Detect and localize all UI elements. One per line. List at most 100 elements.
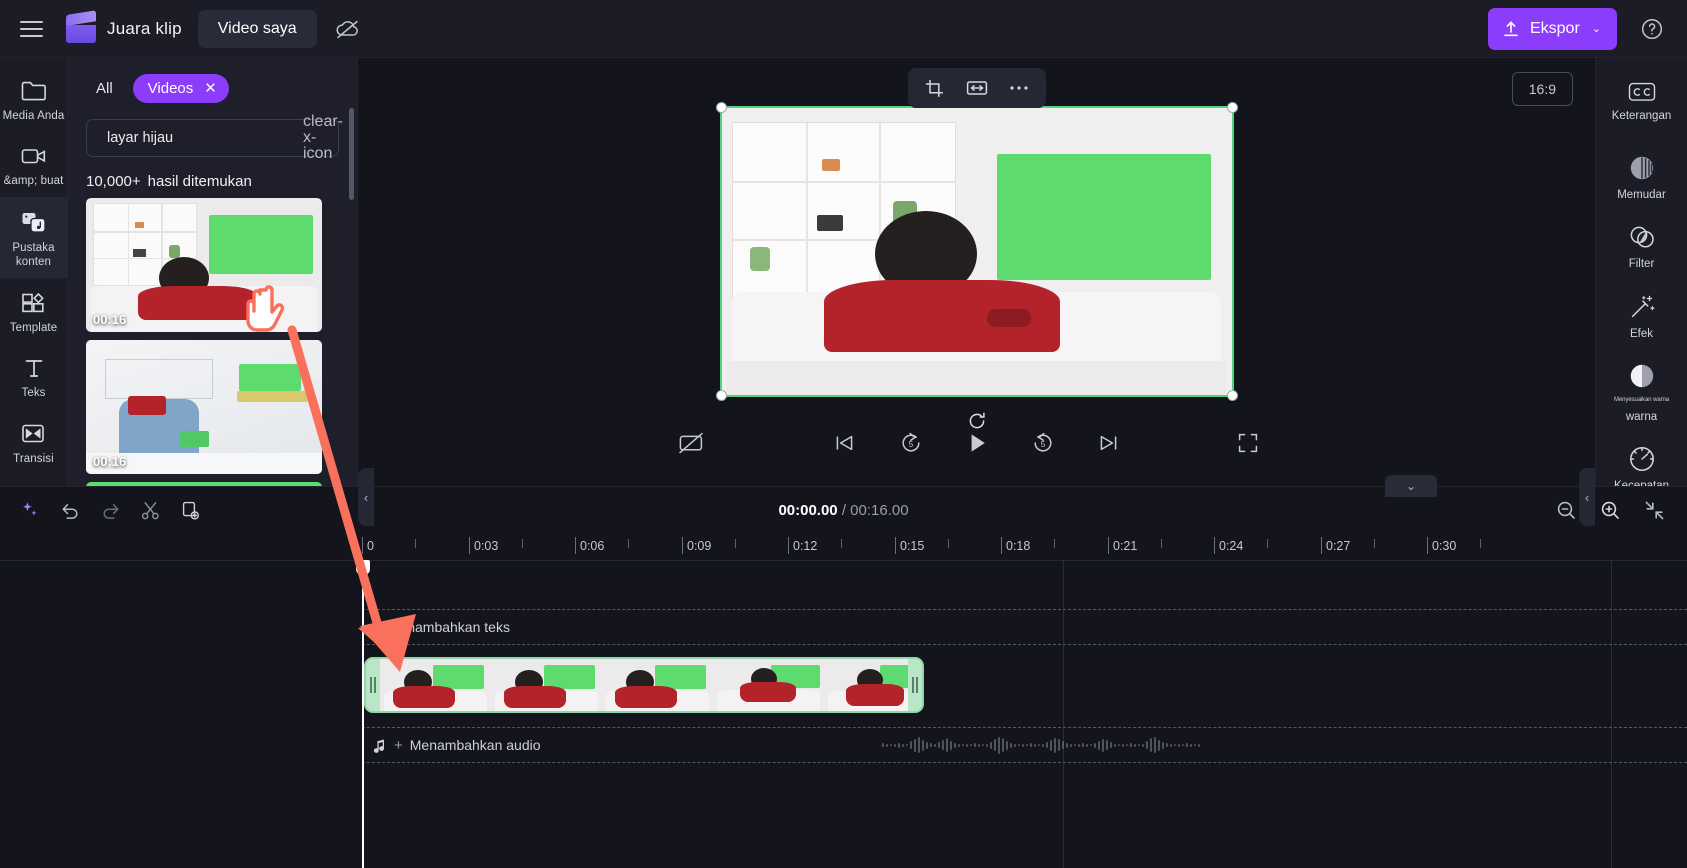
- magic-sparkle-icon[interactable]: [10, 492, 50, 528]
- sidebar-item-label: &amp; buat: [3, 175, 64, 188]
- thumbnail-item[interactable]: 00:16: [86, 340, 322, 474]
- timeline-tracks: + Menambahkan teks + Menambahkan audio: [0, 560, 1687, 868]
- clip-frame: [602, 659, 713, 711]
- video-camera-icon: [21, 149, 45, 164]
- sidebar-item-media[interactable]: Media Anda: [0, 66, 68, 132]
- search-box[interactable]: clear-x-icon: [86, 114, 343, 162]
- resize-horizontal-icon[interactable]: [958, 72, 996, 104]
- crop-icon[interactable]: [916, 72, 954, 104]
- upload-icon: [1504, 20, 1518, 36]
- help-circle-icon[interactable]: [1635, 12, 1669, 46]
- close-icon[interactable]: ✕: [204, 81, 217, 96]
- right-item-label: Efek: [1629, 327, 1653, 340]
- right-sidebar: Keterangan Memudar Filter Efek Menyesuai…: [1595, 58, 1687, 492]
- right-item-adjust-colors[interactable]: Menyesuaikan warna warna: [1596, 349, 1687, 432]
- right-item-effects[interactable]: Efek: [1596, 280, 1687, 349]
- chip-videos[interactable]: Videos ✕: [132, 74, 229, 103]
- current-time: 00:00.00: [778, 501, 838, 519]
- ruler-label: 0:06: [580, 539, 605, 553]
- video-clip[interactable]: [364, 657, 924, 713]
- ruler-label: 0:18: [1006, 539, 1031, 553]
- right-item-label: warna: [1625, 410, 1658, 423]
- player-controls: 5 5: [358, 426, 1595, 460]
- collapse-timeline-button[interactable]: ⌄: [1385, 475, 1437, 497]
- more-dots-icon[interactable]: [1000, 72, 1038, 104]
- svg-text:5: 5: [908, 440, 913, 449]
- sidebar-item-content-library[interactable]: Pustaka konten: [0, 197, 68, 278]
- undo-icon[interactable]: [50, 492, 90, 528]
- timeline-ruler[interactable]: 0 0:03 0:06 0:09 0:12 0:15 0:18 0:21 0:2…: [0, 533, 1687, 561]
- collapse-right-panel-button[interactable]: ‹: [1579, 468, 1595, 526]
- right-item-captions[interactable]: Keterangan: [1596, 68, 1687, 131]
- ruler-label: 0:21: [1113, 539, 1138, 553]
- results-label: hasil ditemukan: [147, 173, 252, 190]
- timeline: 00:00.00 / 00:16.00 0 0:03 0:06 0:09 0:1…: [0, 475, 1687, 868]
- right-item-filter[interactable]: Filter: [1596, 210, 1687, 279]
- forward-5-icon[interactable]: 5: [1026, 426, 1060, 460]
- clip-frame: [491, 659, 602, 711]
- resize-handle[interactable]: [1226, 390, 1238, 401]
- tab-my-videos[interactable]: Video saya: [197, 9, 317, 48]
- skip-to-end-icon[interactable]: [1092, 426, 1126, 460]
- content-library-icon: [22, 213, 46, 234]
- right-item-fade[interactable]: Memudar: [1596, 141, 1687, 210]
- clip-frame: [824, 659, 908, 711]
- clip-handle-right[interactable]: [908, 659, 922, 711]
- zoom-in-icon[interactable]: [1595, 495, 1625, 525]
- text-icon: [25, 360, 42, 377]
- fade-icon: [1630, 157, 1653, 180]
- resize-handle[interactable]: [1226, 102, 1238, 113]
- search-input[interactable]: [107, 130, 294, 146]
- panel-scrollbar[interactable]: [349, 108, 354, 200]
- fullscreen-icon[interactable]: [1231, 426, 1265, 460]
- timeline-zoom-controls: [1551, 495, 1669, 525]
- cloud-off-icon[interactable]: [331, 12, 365, 46]
- playhead[interactable]: [356, 560, 370, 868]
- captions-off-icon[interactable]: [674, 426, 708, 460]
- audio-track[interactable]: + Menambahkan audio: [362, 727, 1687, 763]
- redo-icon[interactable]: [90, 492, 130, 528]
- clip-thumbnails: [380, 659, 908, 711]
- skip-to-start-icon[interactable]: [828, 426, 862, 460]
- clip-handle-left[interactable]: [366, 659, 380, 711]
- brand: Juara klip: [66, 9, 182, 43]
- preview-section: 16:9 5 5: [358, 58, 1595, 486]
- left-sidebar: Media Anda &amp; buat Pustaka konten Tem…: [0, 58, 68, 532]
- clear-search-icon[interactable]: clear-x-icon: [303, 114, 343, 162]
- results-summary: 10,000+ hasil ditemukan: [68, 157, 357, 198]
- play-icon[interactable]: [960, 426, 994, 460]
- ruler-label: 0:30: [1432, 539, 1457, 553]
- audio-track-label: Menambahkan audio: [409, 737, 541, 753]
- chip-all[interactable]: All: [86, 74, 123, 103]
- clip-frame: [713, 659, 824, 711]
- sidebar-item-template[interactable]: Template: [0, 278, 68, 344]
- sidebar-item-record-create[interactable]: &amp; buat: [0, 132, 68, 197]
- collapse-left-panel-button[interactable]: ‹: [358, 468, 374, 526]
- zoom-out-icon[interactable]: [1551, 495, 1581, 525]
- sidebar-item-label: Pustaka konten: [12, 242, 55, 268]
- text-track[interactable]: + Menambahkan teks: [362, 609, 1687, 645]
- hamburger-icon[interactable]: [14, 12, 48, 46]
- ruler-label: 0:24: [1219, 539, 1244, 553]
- svg-text:5: 5: [1040, 440, 1045, 449]
- duplicate-icon[interactable]: [170, 492, 210, 528]
- right-item-sublabel: Menyesuaikan warna: [1614, 396, 1669, 403]
- thumbnail-item[interactable]: 00:16: [86, 198, 322, 332]
- preview-toolbar: [907, 68, 1046, 108]
- aspect-ratio-badge[interactable]: 16:9: [1511, 72, 1573, 106]
- template-icon: [22, 292, 44, 313]
- filter-icon: [1630, 227, 1654, 248]
- resize-handle[interactable]: [715, 390, 727, 401]
- split-scissors-icon[interactable]: [130, 492, 170, 528]
- sidebar-item-transition[interactable]: Transisi: [0, 409, 68, 475]
- resize-handle[interactable]: [715, 102, 727, 113]
- sidebar-item-text[interactable]: Teks: [0, 344, 68, 409]
- thumbnail-duration: 00:16: [93, 312, 127, 327]
- export-button[interactable]: Ekspor ⌄: [1487, 7, 1617, 50]
- video-preview[interactable]: [715, 102, 1238, 401]
- app-logo-icon: [66, 9, 96, 43]
- rewind-5-icon[interactable]: 5: [894, 426, 928, 460]
- fit-to-screen-icon[interactable]: [1639, 495, 1669, 525]
- ruler-label: 0:15: [900, 539, 925, 553]
- right-item-label: Keterangan: [1611, 110, 1672, 122]
